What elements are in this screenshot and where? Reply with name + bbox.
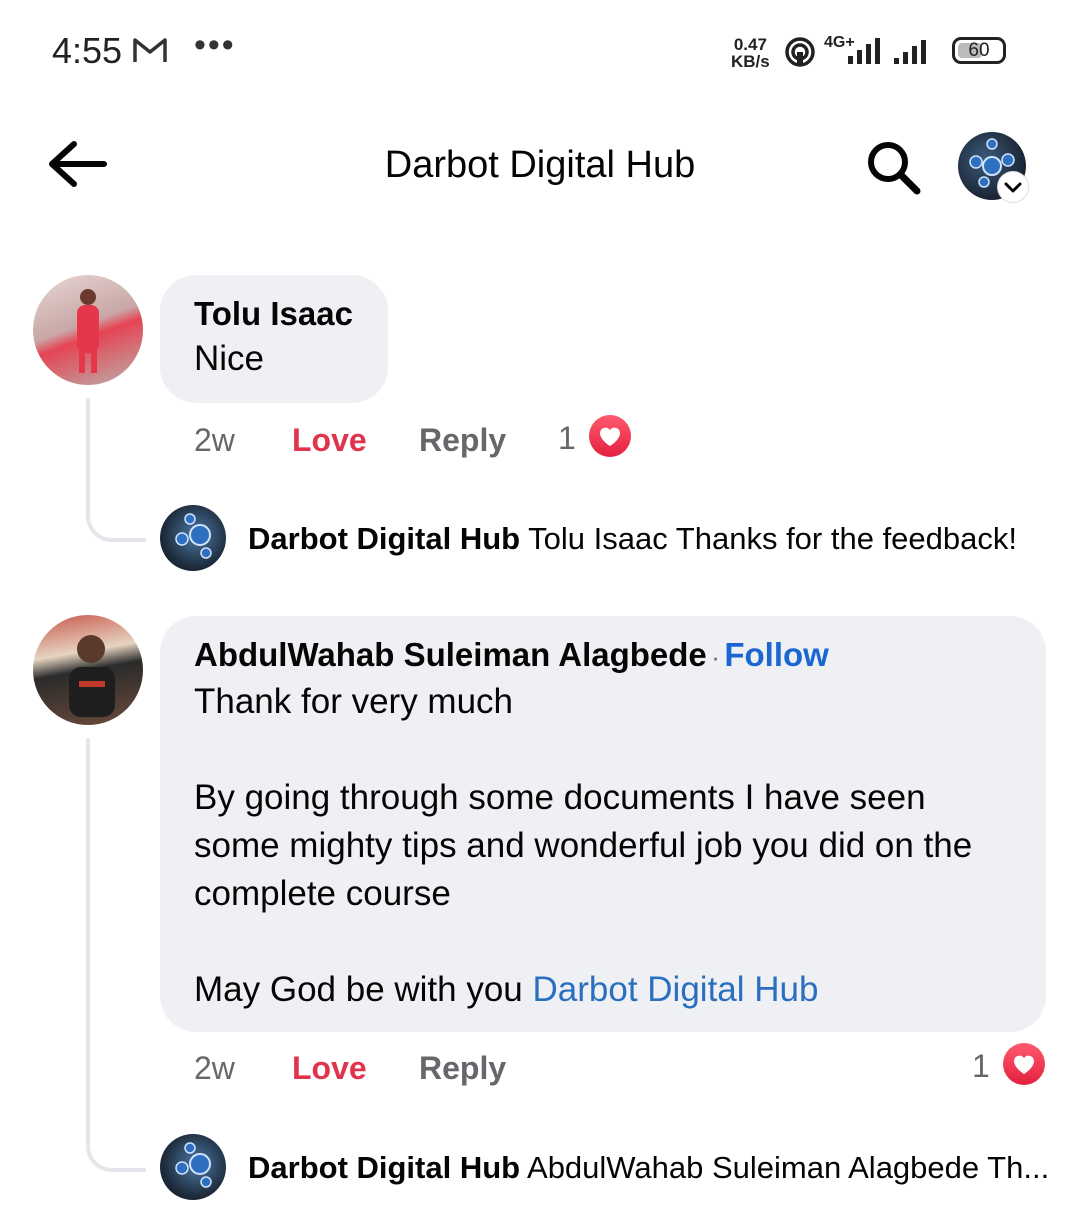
reply-text: Tolu Isaac Thanks for the feedback! — [528, 521, 1017, 556]
more-notifications-icon: ••• — [194, 26, 236, 64]
thread-branch — [86, 1120, 146, 1172]
comment-author[interactable]: AbdulWahab Suleiman Alagbede — [194, 636, 707, 673]
reply-author: Darbot Digital Hub — [248, 521, 521, 556]
follow-button[interactable]: Follow — [724, 636, 828, 673]
speed-unit: KB/s — [731, 52, 770, 71]
love-button[interactable]: Love — [292, 422, 367, 459]
reply-preview[interactable]: Darbot Digital Hub Tolu Isaac Thanks for… — [248, 521, 1017, 557]
battery-percent: 60 — [968, 40, 990, 61]
signal-sim1-icon — [844, 38, 884, 71]
hotspot-icon — [784, 36, 816, 73]
comment-text: Thank for very much By going through som… — [194, 678, 1006, 1014]
chevron-down-icon[interactable] — [998, 172, 1028, 202]
page-header: Darbot Digital Hub — [0, 120, 1080, 212]
comment-actions: 2w Love Reply 1 — [0, 1048, 1080, 1096]
reply-author: Darbot Digital Hub — [248, 1150, 521, 1185]
comment-age: 2w — [194, 422, 235, 458]
comment-bubble: AbdulWahab Suleiman Alagbede · Follow Th… — [160, 616, 1046, 1032]
gmail-icon — [132, 36, 168, 69]
commenter-avatar[interactable] — [33, 615, 143, 725]
reply-button[interactable]: Reply — [419, 422, 506, 459]
reply-text: AbdulWahab Suleiman Alagbede Th... — [527, 1150, 1050, 1185]
battery-indicator: 60 — [952, 37, 1006, 64]
love-button[interactable]: Love — [292, 1050, 367, 1087]
status-bar: 4:55 ••• 0.47 KB/s 4G+ 60 — [0, 0, 1080, 100]
separator-dot: · — [711, 642, 720, 672]
reply-avatar[interactable] — [160, 505, 226, 571]
reply-avatar[interactable] — [160, 1134, 226, 1200]
reply-button[interactable]: Reply — [419, 1050, 506, 1087]
comment-text: Nice — [194, 339, 265, 378]
love-reaction-icon[interactable] — [1000, 1040, 1048, 1088]
reaction-count[interactable]: 1 — [972, 1048, 990, 1085]
comment-actions: 2w Love Reply 1 — [0, 420, 1080, 468]
mention-link[interactable]: Darbot Digital Hub — [533, 970, 819, 1009]
comment-age: 2w — [194, 1050, 235, 1086]
search-icon[interactable] — [864, 138, 922, 201]
signal-sim2-icon — [892, 38, 934, 71]
reply-preview[interactable]: Darbot Digital Hub AbdulWahab Suleiman A… — [248, 1150, 1049, 1186]
comment-author[interactable]: Tolu Isaac — [194, 295, 388, 333]
network-speed: 0.47 KB/s — [731, 36, 770, 70]
commenter-avatar[interactable] — [33, 275, 143, 385]
reaction-count[interactable]: 1 — [558, 420, 576, 457]
page-profile-switcher[interactable] — [958, 132, 1028, 202]
love-reaction-icon[interactable] — [586, 412, 634, 460]
comment-bubble: Tolu Isaac Nice — [160, 275, 388, 403]
status-time: 4:55 — [52, 30, 123, 71]
comment-body: Thank for very much By going through som… — [194, 682, 973, 1009]
thread-branch — [86, 490, 146, 542]
